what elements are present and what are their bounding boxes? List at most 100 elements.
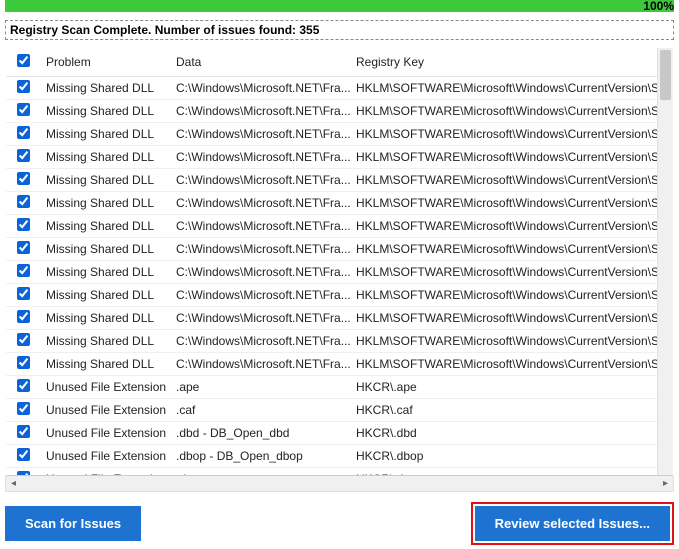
cell-key: HKLM\SOFTWARE\Microsoft\Windows\CurrentV… [350,169,657,192]
row-checkbox[interactable] [17,149,30,162]
header-problem[interactable]: Problem [40,48,170,77]
row-checkbox-cell[interactable] [6,445,40,468]
horizontal-scrollbar[interactable]: ◂ ▸ [5,476,674,492]
table-row[interactable]: Missing Shared DLLC:\Windows\Microsoft.N… [6,123,657,146]
cell-problem: Unused File Extension [40,376,170,399]
cell-problem: Missing Shared DLL [40,123,170,146]
header-key[interactable]: Registry Key [350,48,657,77]
row-checkbox-cell[interactable] [6,307,40,330]
row-checkbox-cell[interactable] [6,422,40,445]
cell-problem: Missing Shared DLL [40,169,170,192]
cell-data: C:\Windows\Microsoft.NET\Fra... [170,284,350,307]
scan-for-issues-button[interactable]: Scan for Issues [5,506,141,541]
row-checkbox-cell[interactable] [6,376,40,399]
results-table: Problem Data Registry Key Missing Shared… [5,48,674,476]
row-checkbox-cell[interactable] [6,215,40,238]
cell-data: C:\Windows\Microsoft.NET\Fra... [170,238,350,261]
cell-problem: Unused File Extension [40,468,170,476]
progress-area: 100% [5,0,674,18]
table-row[interactable]: Missing Shared DLLC:\Windows\Microsoft.N… [6,77,657,100]
table-row[interactable]: Missing Shared DLLC:\Windows\Microsoft.N… [6,307,657,330]
row-checkbox[interactable] [17,333,30,346]
header-checkbox-cell[interactable] [6,48,40,77]
row-checkbox[interactable] [17,172,30,185]
row-checkbox[interactable] [17,310,30,323]
cell-key: HKCR\.ape [350,376,657,399]
row-checkbox[interactable] [17,471,30,475]
table-row[interactable]: Missing Shared DLLC:\Windows\Microsoft.N… [6,261,657,284]
row-checkbox-cell[interactable] [6,169,40,192]
table-row[interactable]: Missing Shared DLLC:\Windows\Microsoft.N… [6,146,657,169]
select-all-checkbox[interactable] [17,54,30,67]
row-checkbox[interactable] [17,448,30,461]
row-checkbox[interactable] [17,103,30,116]
row-checkbox[interactable] [17,195,30,208]
cell-key: HKLM\SOFTWARE\Microsoft\Windows\CurrentV… [350,77,657,100]
vertical-scrollbar[interactable] [657,48,673,475]
row-checkbox[interactable] [17,425,30,438]
row-checkbox-cell[interactable] [6,261,40,284]
scroll-right-arrow-icon[interactable]: ▸ [660,478,671,489]
cell-key: HKLM\SOFTWARE\Microsoft\Windows\CurrentV… [350,261,657,284]
cell-data: .dv [170,468,350,476]
cell-problem: Unused File Extension [40,445,170,468]
header-data[interactable]: Data [170,48,350,77]
table-row[interactable]: Unused File Extension.cafHKCR\.caf [6,399,657,422]
row-checkbox-cell[interactable] [6,353,40,376]
row-checkbox[interactable] [17,402,30,415]
row-checkbox-cell[interactable] [6,284,40,307]
cell-key: HKCR\.dbd [350,422,657,445]
row-checkbox[interactable] [17,126,30,139]
cell-problem: Unused File Extension [40,399,170,422]
row-checkbox[interactable] [17,264,30,277]
cell-data: .dbd - DB_Open_dbd [170,422,350,445]
cell-data: C:\Windows\Microsoft.NET\Fra... [170,123,350,146]
review-selected-issues-button[interactable]: Review selected Issues... [475,506,670,541]
row-checkbox-cell[interactable] [6,238,40,261]
cell-problem: Missing Shared DLL [40,353,170,376]
cell-key: HKLM\SOFTWARE\Microsoft\Windows\CurrentV… [350,307,657,330]
cell-problem: Missing Shared DLL [40,192,170,215]
row-checkbox[interactable] [17,379,30,392]
cell-key: HKLM\SOFTWARE\Microsoft\Windows\CurrentV… [350,330,657,353]
cell-problem: Missing Shared DLL [40,215,170,238]
table-row[interactable]: Unused File Extension.apeHKCR\.ape [6,376,657,399]
cell-problem: Missing Shared DLL [40,100,170,123]
cell-problem: Missing Shared DLL [40,307,170,330]
table-row[interactable]: Unused File Extension.dbop - DB_Open_dbo… [6,445,657,468]
row-checkbox[interactable] [17,241,30,254]
cell-key: HKLM\SOFTWARE\Microsoft\Windows\CurrentV… [350,100,657,123]
table-row[interactable]: Missing Shared DLLC:\Windows\Microsoft.N… [6,100,657,123]
cell-data: C:\Windows\Microsoft.NET\Fra... [170,192,350,215]
table-row[interactable]: Missing Shared DLLC:\Windows\Microsoft.N… [6,192,657,215]
row-checkbox-cell[interactable] [6,146,40,169]
vertical-scroll-thumb[interactable] [660,50,671,100]
table-row[interactable]: Unused File Extension.dbd - DB_Open_dbdH… [6,422,657,445]
cell-problem: Missing Shared DLL [40,261,170,284]
table-row[interactable]: Missing Shared DLLC:\Windows\Microsoft.N… [6,169,657,192]
row-checkbox-cell[interactable] [6,192,40,215]
row-checkbox-cell[interactable] [6,399,40,422]
row-checkbox[interactable] [17,218,30,231]
table-row[interactable]: Missing Shared DLLC:\Windows\Microsoft.N… [6,330,657,353]
cell-key: HKLM\SOFTWARE\Microsoft\Windows\CurrentV… [350,353,657,376]
row-checkbox-cell[interactable] [6,468,40,476]
table-row[interactable]: Missing Shared DLLC:\Windows\Microsoft.N… [6,238,657,261]
row-checkbox[interactable] [17,80,30,93]
progress-bar [5,0,674,12]
row-checkbox-cell[interactable] [6,77,40,100]
row-checkbox[interactable] [17,356,30,369]
table-row[interactable]: Unused File Extension.dvHKCR\.dv [6,468,657,476]
table-row[interactable]: Missing Shared DLLC:\Windows\Microsoft.N… [6,284,657,307]
row-checkbox-cell[interactable] [6,100,40,123]
cell-data: C:\Windows\Microsoft.NET\Fra... [170,353,350,376]
row-checkbox-cell[interactable] [6,123,40,146]
cell-data: C:\Windows\Microsoft.NET\Fra... [170,307,350,330]
cell-key: HKLM\SOFTWARE\Microsoft\Windows\CurrentV… [350,192,657,215]
row-checkbox[interactable] [17,287,30,300]
cell-problem: Unused File Extension [40,422,170,445]
table-row[interactable]: Missing Shared DLLC:\Windows\Microsoft.N… [6,215,657,238]
scroll-left-arrow-icon[interactable]: ◂ [8,478,19,489]
table-row[interactable]: Missing Shared DLLC:\Windows\Microsoft.N… [6,353,657,376]
row-checkbox-cell[interactable] [6,330,40,353]
